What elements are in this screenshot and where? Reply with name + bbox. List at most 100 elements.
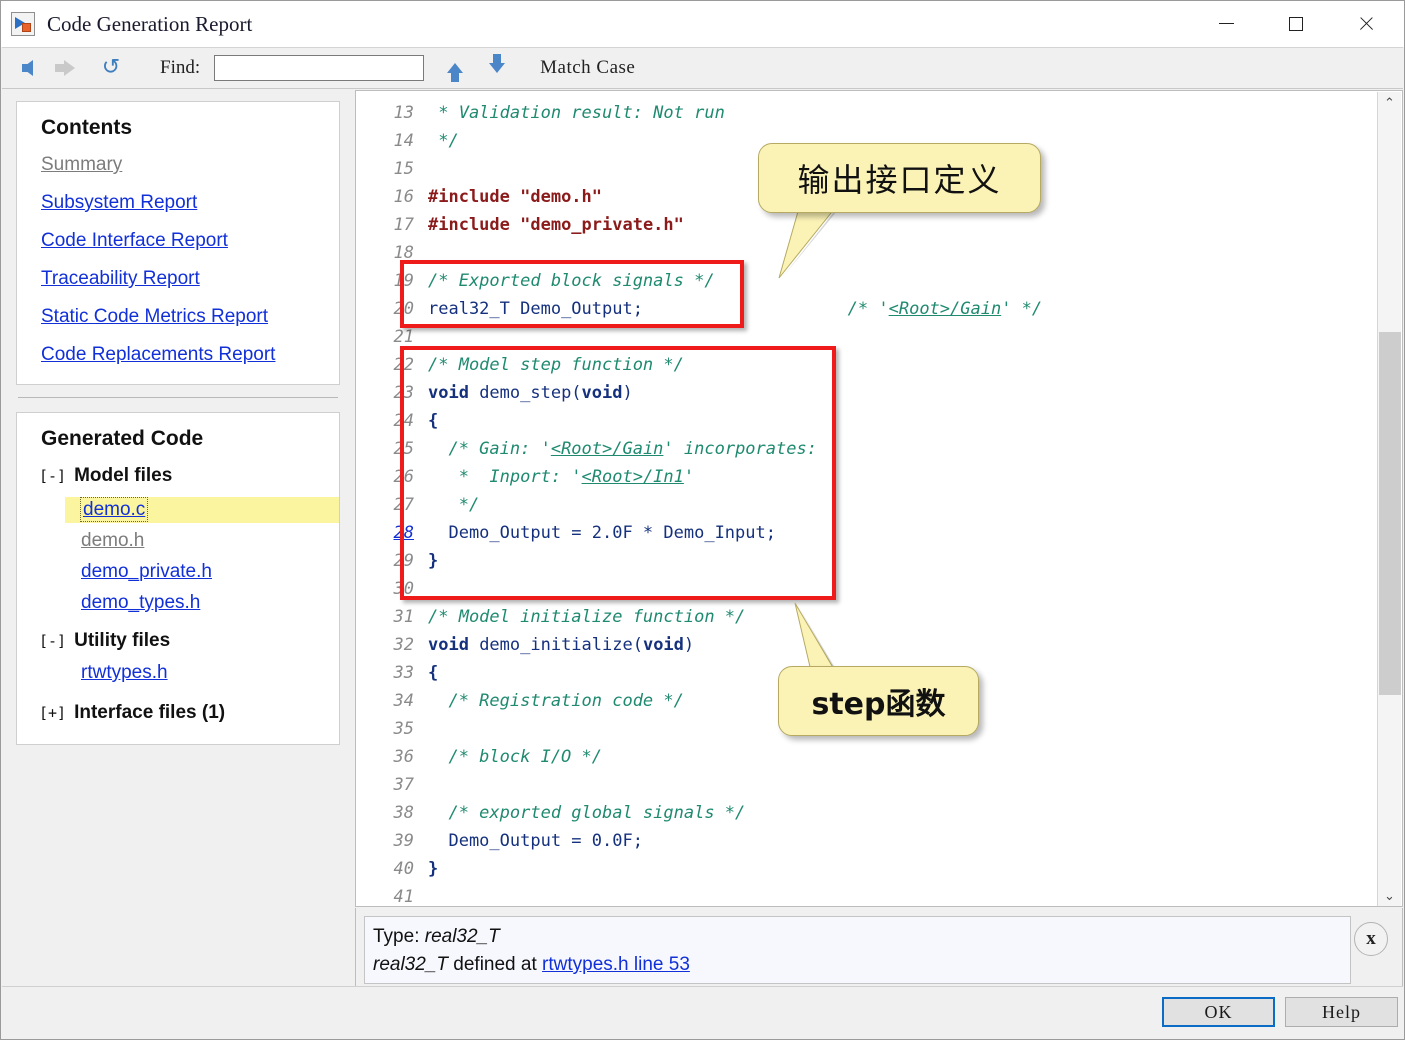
- code-line-number-link[interactable]: 28: [356, 519, 414, 547]
- callout-text: 输出接口定义: [797, 161, 1002, 199]
- code-line-number: 41: [393, 887, 414, 907]
- tree-file-link[interactable]: demo_private.h: [81, 561, 212, 582]
- navigation-toolbar: ↺ Find: Match Case: [2, 47, 1403, 89]
- scroll-up-button[interactable]: ⌃: [1378, 92, 1401, 114]
- code-block-link[interactable]: <Root>/In1: [582, 467, 684, 487]
- code-line-number: 23: [393, 383, 414, 403]
- dialog-button-bar: OK Help: [2, 986, 1403, 1038]
- find-label: Find:: [160, 57, 201, 78]
- code-token: void: [581, 383, 623, 403]
- close-button[interactable]: [1338, 1, 1394, 46]
- type-info-line-1: Type: real32_T: [373, 923, 1350, 951]
- code-line-number: 24: [393, 411, 414, 431]
- code-token: ): [622, 383, 633, 403]
- simulink-model-icon: [11, 12, 35, 36]
- code-token: * Validation result: Not run: [428, 103, 725, 123]
- ok-button[interactable]: OK: [1162, 997, 1275, 1027]
- tree-file-link[interactable]: demo.c: [79, 497, 149, 522]
- code-line: 41: [356, 883, 1042, 907]
- code-token: {: [428, 411, 439, 431]
- code-token: void: [428, 383, 469, 403]
- generated-code-title: Generated Code: [41, 427, 204, 450]
- minimize-button[interactable]: [1198, 1, 1254, 46]
- rtwtypes-definition-link[interactable]: rtwtypes.h line 53: [542, 954, 690, 975]
- code-token: void: [642, 635, 684, 655]
- type-info-line-2: real32_T defined at rtwtypes.h line 53: [373, 951, 1350, 979]
- sidebar-link-code-replacements-report[interactable]: Code Replacements Report: [17, 344, 275, 366]
- scroll-down-icon: ⌄: [1384, 888, 1395, 904]
- code-line: 27 */: [356, 491, 1042, 519]
- forward-button[interactable]: [52, 53, 86, 83]
- code-token: /* Model step function */: [428, 355, 684, 375]
- tree-group-utility-files[interactable]: [-] Utility files: [17, 630, 339, 652]
- tree-group-label: Utility files: [74, 630, 171, 651]
- code-line-number: 18: [393, 243, 414, 263]
- code-line-number: 30: [393, 579, 414, 599]
- tree-group-interface-files[interactable]: [+] Interface files (1): [17, 702, 339, 724]
- maximize-button[interactable]: [1268, 1, 1324, 46]
- search-input[interactable]: [214, 55, 425, 81]
- tree-file-demo-types-h[interactable]: demo_types.h: [17, 592, 339, 614]
- code-line-number: 36: [393, 747, 414, 767]
- status-panel: Type: real32_T real32_T defined at rtwty…: [355, 908, 1403, 991]
- code-line-number: 40: [393, 859, 414, 879]
- contents-panel: Contents Summary Subsystem Report Code I…: [16, 101, 340, 385]
- vertical-scrollbar[interactable]: ⌃ ⌄: [1377, 92, 1401, 906]
- code-line-number: 19: [393, 271, 414, 291]
- code-token: demo_initialize(: [468, 635, 643, 655]
- tree-file-link[interactable]: demo.h: [81, 530, 144, 551]
- code-line: 25 /* Gain: '<Root>/Gain' incorporates:: [356, 435, 1042, 463]
- tree-file-link[interactable]: rtwtypes.h: [81, 662, 168, 683]
- tree-group-model-files[interactable]: [-] Model files: [17, 465, 339, 487]
- code-line-number: 35: [393, 719, 414, 739]
- sidebar-link-subsystem-report[interactable]: Subsystem Report: [17, 192, 197, 214]
- code-line-number: 27: [393, 495, 414, 515]
- tree-file-demo-c[interactable]: demo.c: [65, 497, 339, 523]
- maximize-icon: [1289, 16, 1303, 31]
- defined-at-label: defined at: [448, 954, 543, 975]
- code-token: /* Registration code */: [428, 691, 684, 711]
- code-line-number: 20: [393, 299, 414, 319]
- scroll-up-icon: ⌃: [1384, 95, 1395, 111]
- minimize-icon: [1218, 23, 1234, 24]
- scroll-down-button[interactable]: ⌄: [1378, 885, 1401, 906]
- code-line: 39 Demo_Output = 0.0F;: [356, 827, 1042, 855]
- back-button[interactable]: [10, 53, 44, 83]
- tree-group-label: Interface files (1): [74, 702, 226, 723]
- tree-file-demo-private-h[interactable]: demo_private.h: [17, 561, 339, 583]
- code-token: ' */: [1001, 299, 1043, 319]
- type-info-box: Type: real32_T real32_T defined at rtwty…: [364, 916, 1351, 984]
- code-line: 22 /* Model step function */: [356, 351, 1042, 379]
- code-line: 28 Demo_Output = 2.0F * Demo_Input;: [356, 519, 1042, 547]
- tree-file-rtwtypes-h[interactable]: rtwtypes.h: [17, 662, 339, 684]
- find-next-button[interactable]: [480, 53, 514, 83]
- code-token: ): [683, 635, 695, 655]
- close-x-icon: x: [1366, 928, 1376, 949]
- collapse-toggle-icon[interactable]: [-]: [39, 632, 66, 650]
- match-case-toggle[interactable]: Match Case: [540, 57, 635, 79]
- code-token: */: [428, 131, 459, 151]
- code-line: 37: [356, 771, 1042, 799]
- sidebar-link-code-interface-report[interactable]: Code Interface Report: [17, 230, 228, 252]
- type-label: Type:: [373, 926, 425, 947]
- close-status-button[interactable]: x: [1354, 922, 1388, 956]
- callout-step-function: step函数: [778, 666, 979, 736]
- help-button[interactable]: Help: [1285, 997, 1398, 1027]
- tree-file-demo-h[interactable]: demo.h: [17, 530, 339, 552]
- code-token: void: [428, 635, 469, 655]
- tree-file-link[interactable]: demo_types.h: [81, 592, 200, 613]
- collapse-toggle-icon[interactable]: [-]: [39, 467, 66, 485]
- scrollbar-thumb[interactable]: [1379, 332, 1401, 695]
- code-block-link[interactable]: <Root>/Gain: [889, 299, 1002, 319]
- expand-toggle-icon[interactable]: [+]: [39, 704, 66, 722]
- sidebar-link-traceability-report[interactable]: Traceability Report: [17, 268, 200, 290]
- sidebar-link-summary[interactable]: Summary: [17, 154, 122, 176]
- refresh-button[interactable]: ↺: [94, 53, 128, 83]
- code-block-link[interactable]: <Root>/Gain: [551, 439, 664, 459]
- find-previous-button[interactable]: [438, 53, 472, 83]
- code-line-number: 25: [393, 439, 414, 459]
- code-line-number: 14: [393, 131, 414, 151]
- sidebar-link-static-code-metrics-report[interactable]: Static Code Metrics Report: [17, 306, 268, 328]
- code-token: #include: [428, 187, 521, 207]
